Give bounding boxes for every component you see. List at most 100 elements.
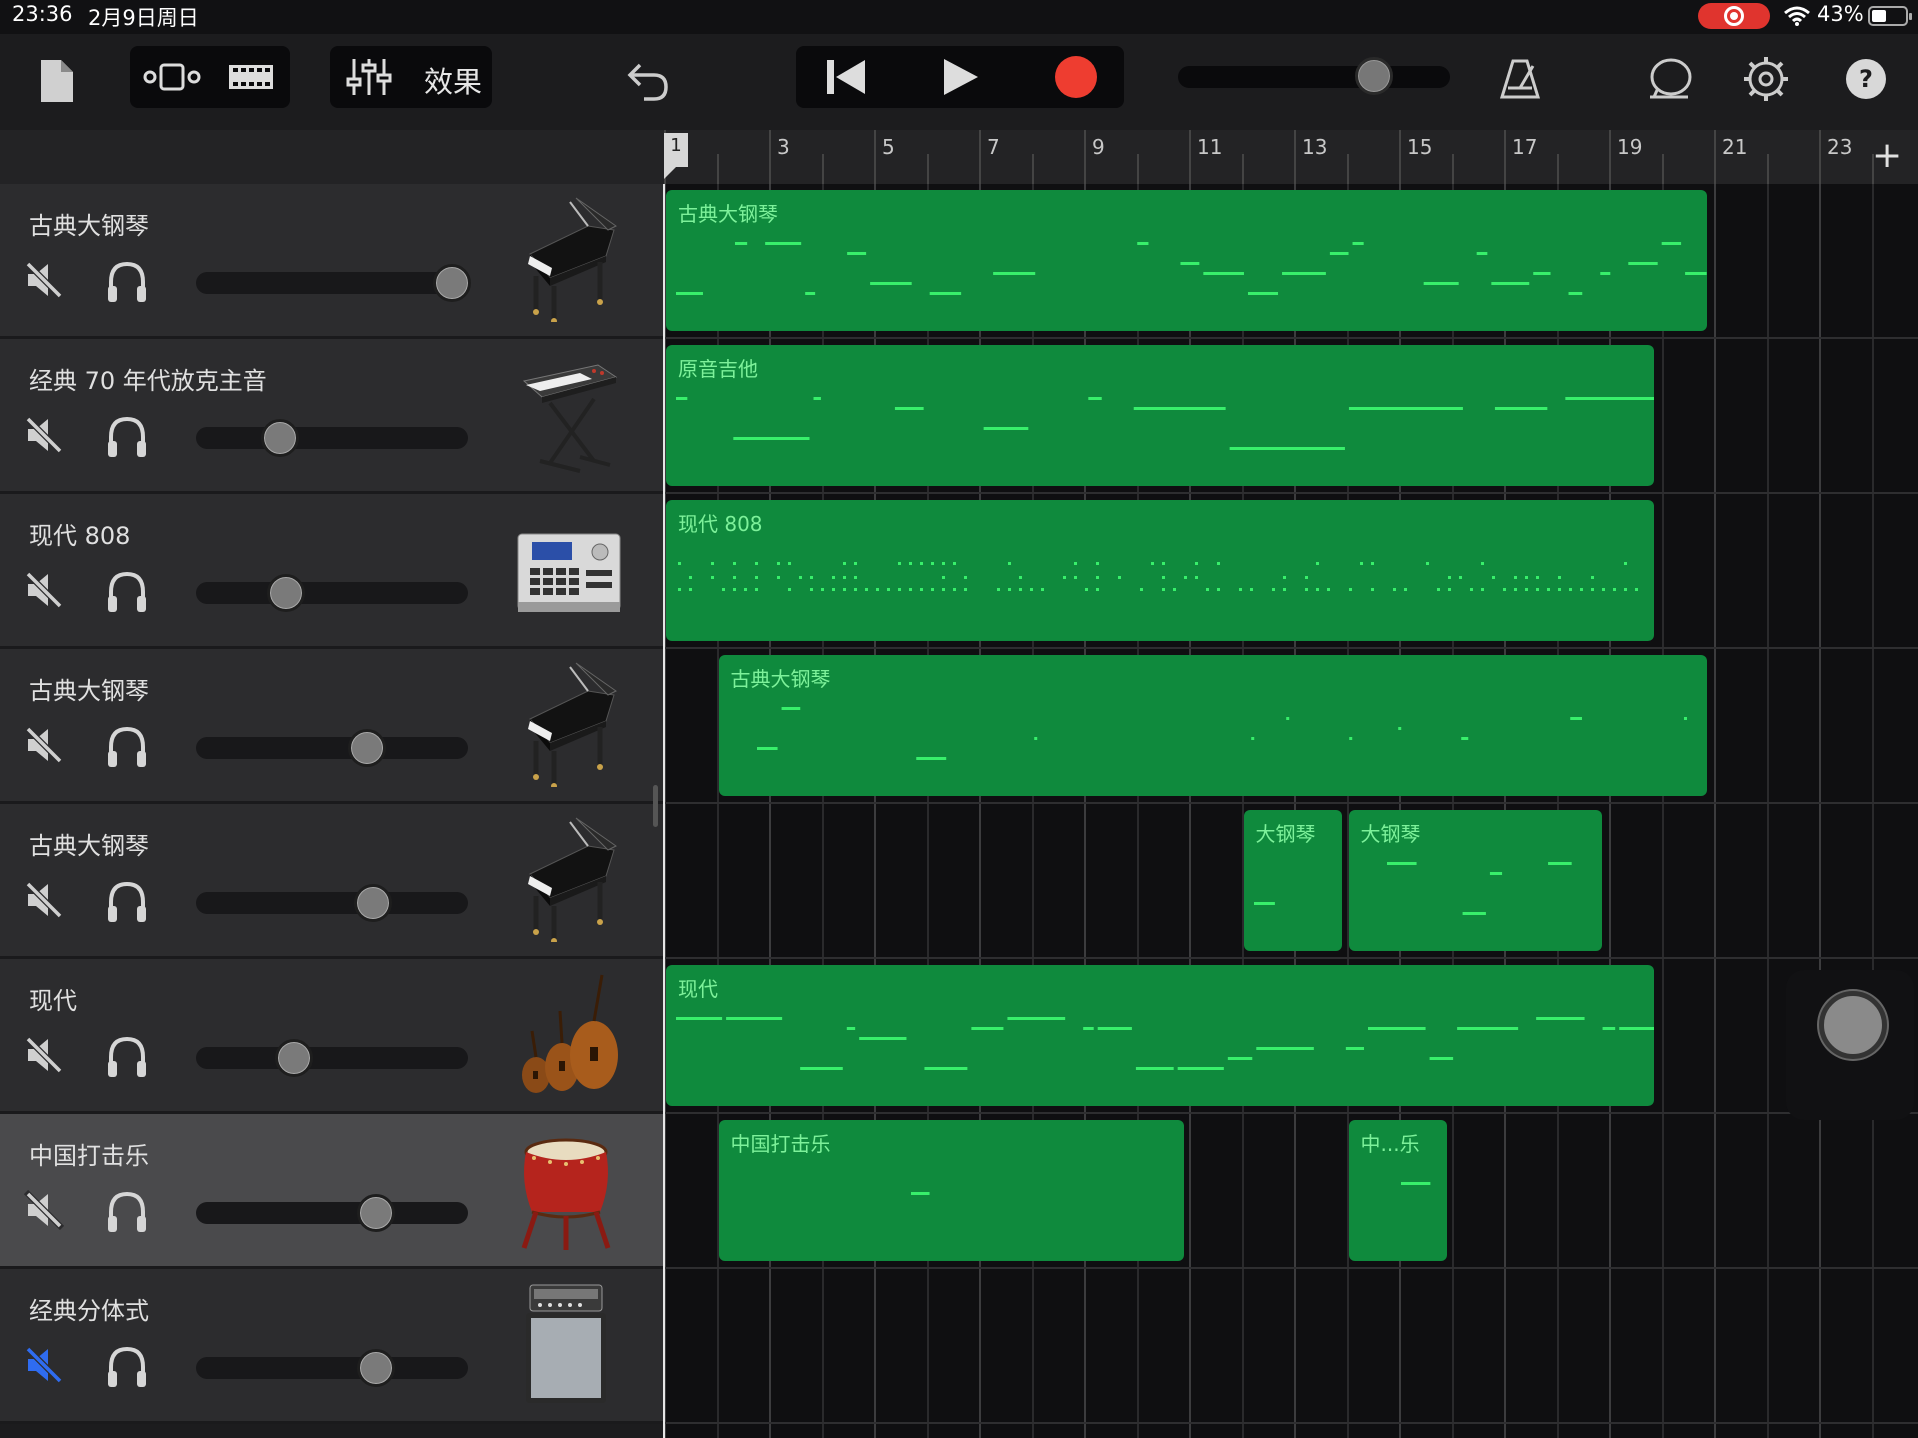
grid-line — [1714, 184, 1716, 1438]
master-volume-slider[interactable] — [1178, 66, 1450, 88]
chat-icon[interactable] — [1644, 52, 1696, 106]
region-notes — [676, 1017, 1655, 1070]
headphones-icon[interactable] — [105, 260, 149, 304]
volume-knob[interactable] — [261, 419, 300, 457]
undo-icon[interactable] — [618, 54, 676, 108]
ruler-tick — [1504, 130, 1506, 184]
metronome-icon[interactable] — [1496, 52, 1544, 106]
headphones-icon[interactable] — [105, 725, 149, 769]
volume-knob[interactable] — [266, 574, 305, 612]
mute-icon[interactable] — [23, 414, 65, 456]
track-header[interactable]: 现代 — [0, 959, 663, 1114]
volume-knob[interactable] — [274, 1039, 313, 1077]
track-header[interactable]: 现代 808 — [0, 494, 663, 649]
volume-slider[interactable] — [196, 737, 468, 759]
mute-icon[interactable] — [23, 1344, 65, 1386]
track-header[interactable]: 经典分体式 — [0, 1269, 663, 1424]
headphones-icon[interactable] — [105, 1345, 149, 1389]
amp-cabinet-icon[interactable] — [510, 1281, 628, 1407]
region[interactable]: 中国打击乐 — [718, 1120, 1185, 1261]
mute-icon[interactable] — [23, 1034, 65, 1076]
track-header[interactable]: 古典大钢琴 — [0, 649, 663, 804]
track-header[interactable]: 古典大钢琴 — [0, 804, 663, 959]
playhead-handle[interactable]: 1 — [664, 133, 688, 179]
settings-icon[interactable] — [1740, 52, 1792, 106]
grand-piano-icon[interactable] — [510, 196, 628, 324]
track-name[interactable]: 经典分体式 — [29, 1291, 149, 1326]
track-name[interactable]: 现代 808 — [29, 516, 130, 551]
mute-icon[interactable] — [23, 259, 65, 301]
headphones-icon[interactable] — [105, 570, 149, 614]
floating-touch-button[interactable] — [1786, 970, 1914, 1120]
region[interactable]: 古典大钢琴 — [718, 655, 1707, 796]
record-icon[interactable] — [1040, 50, 1112, 104]
headphones-icon[interactable] — [105, 415, 149, 459]
drum-machine-icon[interactable] — [510, 506, 628, 632]
document-icon[interactable] — [34, 54, 80, 108]
ruler-tick — [1399, 130, 1401, 184]
lane-divider — [663, 1422, 1918, 1424]
timeline-area[interactable]: 古典大钢琴 原音吉他 现代 808 古典大钢琴 大钢琴 大钢琴 现代 中国打击乐… — [663, 184, 1918, 1438]
rewind-icon[interactable] — [810, 50, 882, 104]
ruler-tick — [979, 130, 981, 184]
track-header[interactable]: 中国打击乐 — [0, 1114, 663, 1269]
ruler-tick — [1819, 130, 1821, 184]
lane-divider — [663, 492, 1918, 494]
track-name[interactable]: 古典大钢琴 — [29, 206, 149, 241]
region[interactable]: 古典大钢琴 — [666, 190, 1707, 331]
region[interactable]: 大钢琴 — [1348, 810, 1602, 951]
volume-slider[interactable] — [196, 1357, 468, 1379]
track-header[interactable]: 古典大钢琴 — [0, 184, 663, 339]
screen-recording-icon[interactable] — [1698, 3, 1770, 29]
headphones-icon[interactable] — [105, 1035, 149, 1079]
volume-knob[interactable] — [432, 264, 471, 302]
play-icon[interactable] — [924, 50, 996, 104]
track-name[interactable]: 古典大钢琴 — [29, 671, 149, 706]
region-notes — [676, 397, 1655, 450]
region[interactable]: 原音吉他 — [666, 345, 1655, 486]
mute-icon[interactable] — [23, 879, 65, 921]
grand-piano-icon[interactable] — [510, 816, 628, 944]
effects-button[interactable]: 效果 — [424, 59, 482, 101]
track-name[interactable]: 古典大钢琴 — [29, 826, 149, 861]
volume-slider[interactable] — [196, 1202, 468, 1224]
ruler-number: 23 — [1827, 135, 1853, 159]
volume-slider[interactable] — [196, 582, 468, 604]
volume-slider[interactable] — [196, 427, 468, 449]
track-header[interactable]: 经典 70 年代放克主音 — [0, 339, 663, 494]
tracks-view-icon[interactable] — [134, 50, 210, 104]
strings-icon[interactable] — [510, 971, 628, 1097]
volume-slider[interactable] — [196, 892, 468, 914]
volume-knob[interactable] — [356, 1194, 395, 1232]
grand-piano-icon[interactable] — [510, 661, 628, 789]
volume-knob[interactable] — [353, 884, 392, 922]
grid-line — [1871, 184, 1874, 1438]
volume-knob[interactable] — [356, 1349, 395, 1387]
track-name[interactable]: 经典 70 年代放克主音 — [29, 361, 267, 396]
track-name[interactable]: 中国打击乐 — [29, 1136, 149, 1171]
region[interactable]: 中...乐 — [1348, 1120, 1447, 1261]
mixer-icon[interactable] — [336, 50, 402, 104]
add-section-button[interactable]: + — [1872, 136, 1902, 176]
region[interactable]: 现代 — [666, 965, 1655, 1106]
region[interactable]: 现代 808 — [666, 500, 1655, 641]
volume-slider[interactable] — [196, 1047, 468, 1069]
help-icon[interactable]: ? — [1840, 52, 1892, 106]
region-name: 大钢琴 — [1360, 822, 1421, 846]
mute-icon[interactable] — [23, 569, 65, 611]
volume-slider[interactable] — [196, 272, 468, 294]
track-name[interactable]: 现代 — [29, 981, 77, 1016]
headphones-icon[interactable] — [105, 1190, 149, 1234]
synth-keyboard-icon[interactable] — [510, 351, 628, 477]
chinese-drum-icon[interactable] — [510, 1126, 628, 1252]
ruler-number: 15 — [1407, 135, 1433, 159]
timeline-ruler[interactable]: 3 5 7 9 11 13 15 17 19 21 23 — [663, 130, 1918, 184]
mute-icon[interactable] — [23, 724, 65, 766]
master-volume-knob[interactable] — [1355, 57, 1393, 95]
loop-browser-icon[interactable] — [216, 50, 286, 104]
volume-knob[interactable] — [348, 729, 387, 767]
headphones-icon[interactable] — [105, 880, 149, 924]
mute-icon[interactable] — [23, 1189, 65, 1231]
ruler-tick — [1241, 154, 1244, 184]
region[interactable]: 大钢琴 — [1243, 810, 1342, 951]
